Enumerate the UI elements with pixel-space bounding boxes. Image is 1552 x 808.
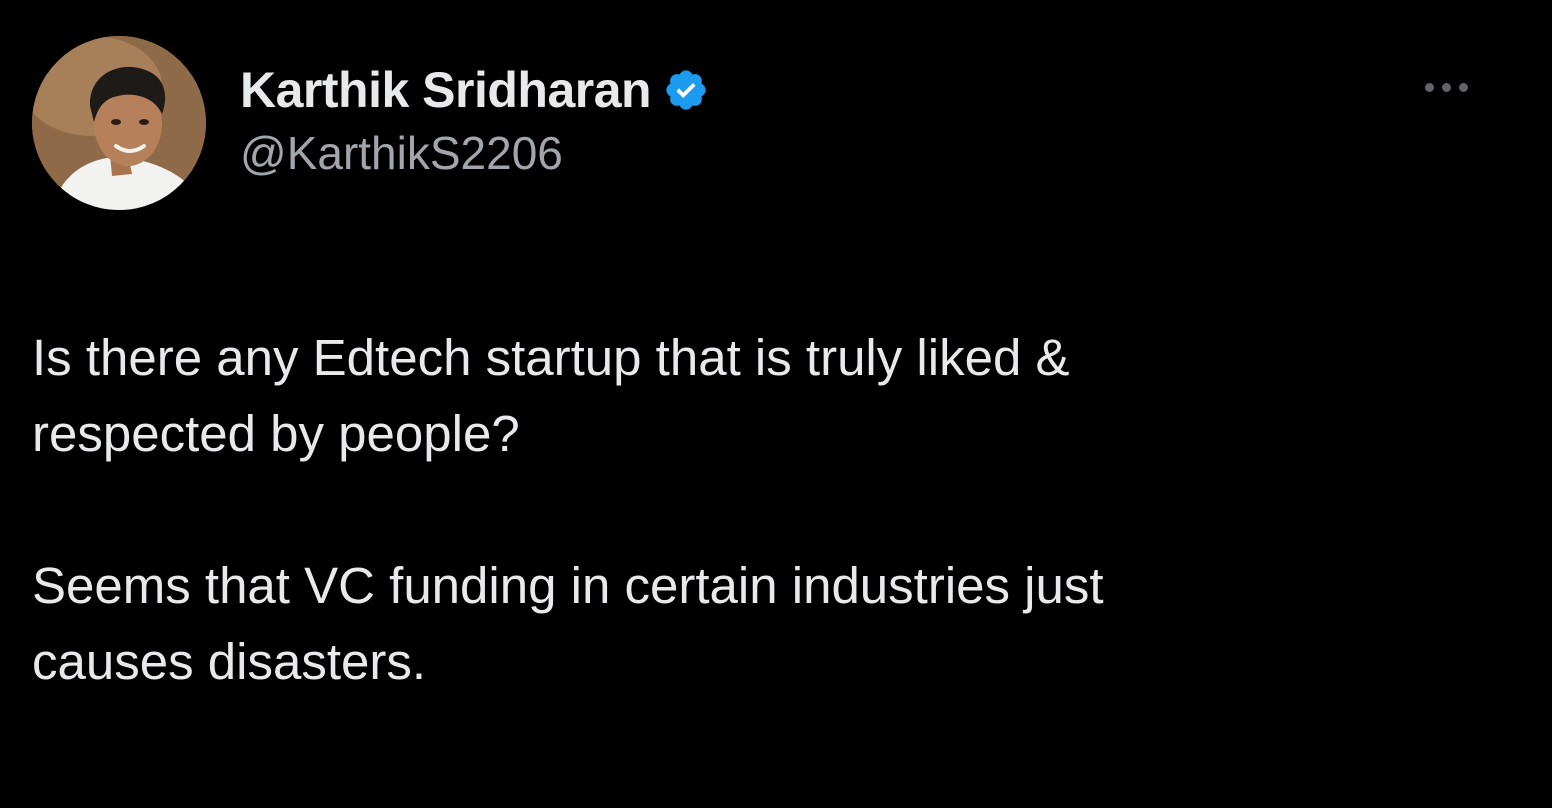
tweet-paragraph: Seems that VC funding in certain industr… (32, 557, 1104, 690)
tweet-card: Karthik Sridharan @KarthikS2206 Is there… (0, 0, 1552, 808)
author-display-name[interactable]: Karthik Sridharan (240, 61, 652, 119)
avatar[interactable] (32, 36, 206, 210)
more-options-button[interactable] (1414, 72, 1478, 102)
name-row: Karthik Sridharan (240, 58, 709, 122)
author-handle[interactable]: @KarthikS2206 (240, 126, 709, 180)
tweet-header: Karthik Sridharan @KarthikS2206 (240, 58, 709, 180)
tweet-paragraph: Is there any Edtech startup that is trul… (32, 329, 1070, 462)
more-horizontal-icon-dot (1441, 82, 1451, 92)
more-horizontal-icon-dot (1458, 82, 1468, 92)
tweet-text: Is there any Edtech startup that is trul… (32, 320, 1492, 700)
avatar-photo (32, 36, 206, 210)
more-horizontal-icon (1424, 82, 1434, 92)
verified-badge-icon (663, 67, 709, 113)
